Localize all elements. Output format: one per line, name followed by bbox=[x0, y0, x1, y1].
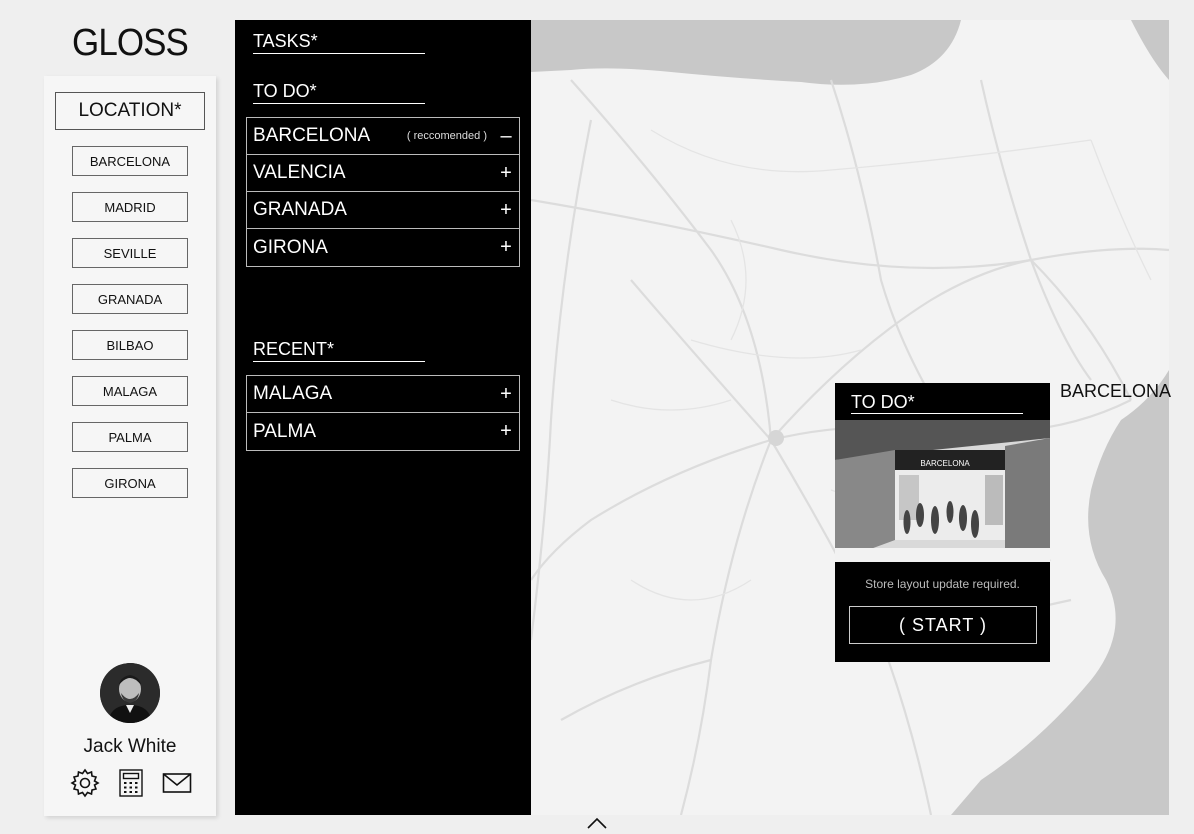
expand-icon[interactable]: + bbox=[499, 420, 513, 443]
expand-icon[interactable]: + bbox=[499, 162, 513, 185]
expand-icon[interactable]: + bbox=[499, 199, 513, 222]
start-button[interactable]: ( START ) bbox=[849, 606, 1037, 644]
todo-item-label: GIRONA bbox=[253, 236, 328, 258]
gear-icon[interactable] bbox=[70, 768, 100, 798]
store-photo: BARCELONA bbox=[835, 420, 1050, 562]
location-button-girona[interactable]: GIRONA bbox=[72, 468, 188, 498]
mail-icon[interactable] bbox=[162, 772, 192, 794]
tasks-panel: TASKS* TO DO* BARCELONA ( reccomended ) … bbox=[235, 20, 531, 815]
todo-item-barcelona[interactable]: BARCELONA ( reccomended ) – bbox=[247, 118, 519, 155]
recent-item-palma[interactable]: PALMA + bbox=[247, 413, 519, 450]
chevron-up-icon[interactable] bbox=[586, 816, 608, 830]
location-list: BARCELONA MADRID SEVILLE GRANADA BILBAO … bbox=[72, 146, 188, 514]
todo-item-girona[interactable]: GIRONA + bbox=[247, 229, 519, 266]
todo-title: TO DO* bbox=[253, 80, 425, 104]
expand-icon[interactable]: + bbox=[499, 383, 513, 406]
popup-title: TO DO* bbox=[851, 391, 1023, 414]
map-city-label: BARCELONA bbox=[1060, 381, 1172, 401]
user-name: Jack White bbox=[83, 736, 177, 757]
todo-item-label: BARCELONA bbox=[253, 125, 371, 146]
recommended-note: ( reccomended ) bbox=[406, 130, 487, 142]
todo-popup-card: TO DO* BARCELONA Store layout update req… bbox=[835, 383, 1050, 662]
popup-description: Store layout update required. bbox=[865, 577, 1020, 591]
collapse-icon[interactable]: – bbox=[499, 125, 513, 148]
expand-icon[interactable]: + bbox=[499, 236, 513, 259]
recent-item-label: MALAGA bbox=[253, 383, 333, 404]
recent-list: MALAGA + PALMA + bbox=[246, 375, 520, 451]
store-sign: BARCELONA bbox=[920, 459, 970, 468]
todo-item-valencia[interactable]: VALENCIA + bbox=[247, 155, 519, 192]
location-button-palma[interactable]: PALMA bbox=[72, 422, 188, 452]
sidebar: LOCATION* BARCELONA MADRID SEVILLE GRANA… bbox=[44, 76, 216, 816]
avatar-portrait bbox=[100, 663, 160, 723]
todo-list: BARCELONA ( reccomended ) – VALENCIA + G… bbox=[246, 117, 520, 267]
todo-item-label: VALENCIA bbox=[253, 162, 346, 183]
recent-item-malaga[interactable]: MALAGA + bbox=[247, 376, 519, 413]
recent-item-label: PALMA bbox=[253, 420, 317, 442]
location-button-malaga[interactable]: MALAGA bbox=[72, 376, 188, 406]
location-title: LOCATION* bbox=[55, 92, 205, 130]
location-button-barcelona[interactable]: BARCELONA bbox=[72, 146, 188, 176]
avatar[interactable] bbox=[100, 663, 160, 723]
location-button-seville[interactable]: SEVILLE bbox=[72, 238, 188, 268]
location-button-bilbao[interactable]: BILBAO bbox=[72, 330, 188, 360]
sidebar-toolbar bbox=[70, 768, 192, 798]
tasks-title: TASKS* bbox=[253, 30, 425, 54]
calculator-icon[interactable] bbox=[118, 768, 144, 798]
store-image: BARCELONA bbox=[835, 420, 1050, 562]
app-logo: GLOSS bbox=[72, 22, 189, 64]
recent-title: RECENT* bbox=[253, 338, 425, 362]
todo-item-granada[interactable]: GRANADA + bbox=[247, 192, 519, 229]
location-button-granada[interactable]: GRANADA bbox=[72, 284, 188, 314]
location-button-madrid[interactable]: MADRID bbox=[72, 192, 188, 222]
todo-item-label: GRANADA bbox=[253, 199, 347, 220]
